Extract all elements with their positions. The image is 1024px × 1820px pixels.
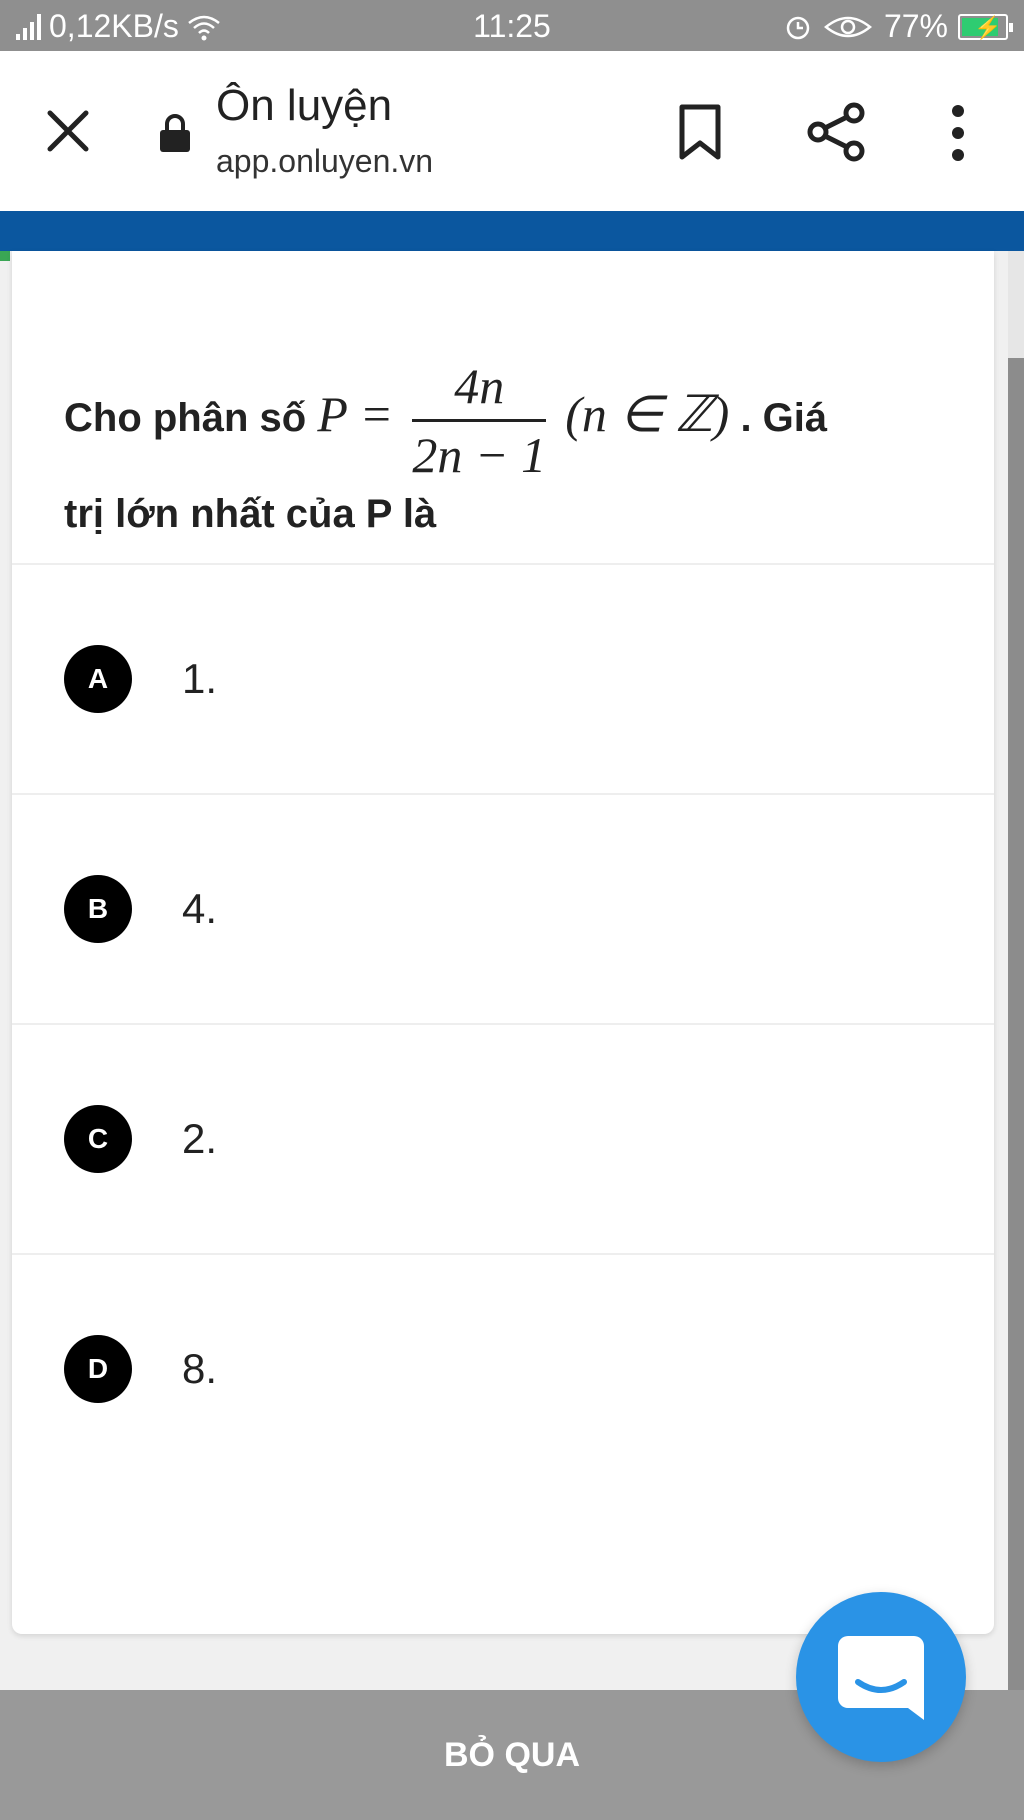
close-icon[interactable]: [44, 107, 92, 155]
question-line-2: trị lớn nhất của P là: [64, 492, 437, 536]
header-accent: [0, 251, 10, 261]
status-right: 77% ⚡: [784, 8, 1013, 45]
option-a[interactable]: A 1.: [12, 565, 994, 793]
fraction-numerator: 4n: [412, 361, 547, 422]
equation-lhs: P =: [317, 386, 394, 443]
chat-icon: [838, 1636, 924, 1720]
battery-percent: 77%: [883, 8, 948, 44]
alarm-icon: [786, 16, 810, 39]
page-header: [0, 211, 1024, 251]
question-card: Cho phân số P = 4n 2n − 1 (n ∈ ℤ) . Giá …: [12, 251, 994, 1634]
option-value: 1.: [182, 655, 218, 702]
equation-condition: (n ∈ ℤ): [565, 386, 730, 443]
option-letter-badge: C: [64, 1105, 132, 1173]
fraction-denominator: 2n − 1: [412, 427, 547, 483]
browser-toolbar: Ôn luyện app.onluyen.vn: [0, 51, 1024, 211]
option-d[interactable]: D 8.: [12, 1255, 994, 1483]
share-icon[interactable]: [806, 101, 866, 163]
question-suffix: . Giá: [740, 396, 828, 441]
option-letter-badge: A: [64, 645, 132, 713]
question-text: Cho phân số P = 4n 2n − 1 (n ∈ ℤ) . Giá …: [64, 361, 964, 544]
question-prefix: Cho phân số: [64, 396, 307, 441]
lock-icon: [160, 114, 190, 152]
bookmark-icon[interactable]: [676, 103, 724, 161]
more-options-icon[interactable]: [946, 103, 970, 163]
page-title[interactable]: Ôn luyện: [216, 81, 392, 131]
fraction: 4n 2n − 1: [412, 361, 547, 483]
option-letter-badge: B: [64, 875, 132, 943]
battery-icon: ⚡: [958, 13, 1013, 40]
option-value: 8.: [182, 1345, 218, 1392]
option-value: 4.: [182, 885, 218, 932]
status-bar: 0,12KB/s 11:25 77% ⚡: [0, 0, 1024, 51]
chat-button[interactable]: [796, 1592, 966, 1762]
option-b[interactable]: B 4.: [12, 795, 994, 1023]
option-c[interactable]: C 2.: [12, 1025, 994, 1253]
scrollbar-thumb[interactable]: [1008, 358, 1024, 1818]
eye-icon: [823, 16, 872, 37]
option-letter-badge: D: [64, 1335, 132, 1403]
option-value: 2.: [182, 1115, 218, 1162]
page-url[interactable]: app.onluyen.vn: [216, 143, 433, 180]
